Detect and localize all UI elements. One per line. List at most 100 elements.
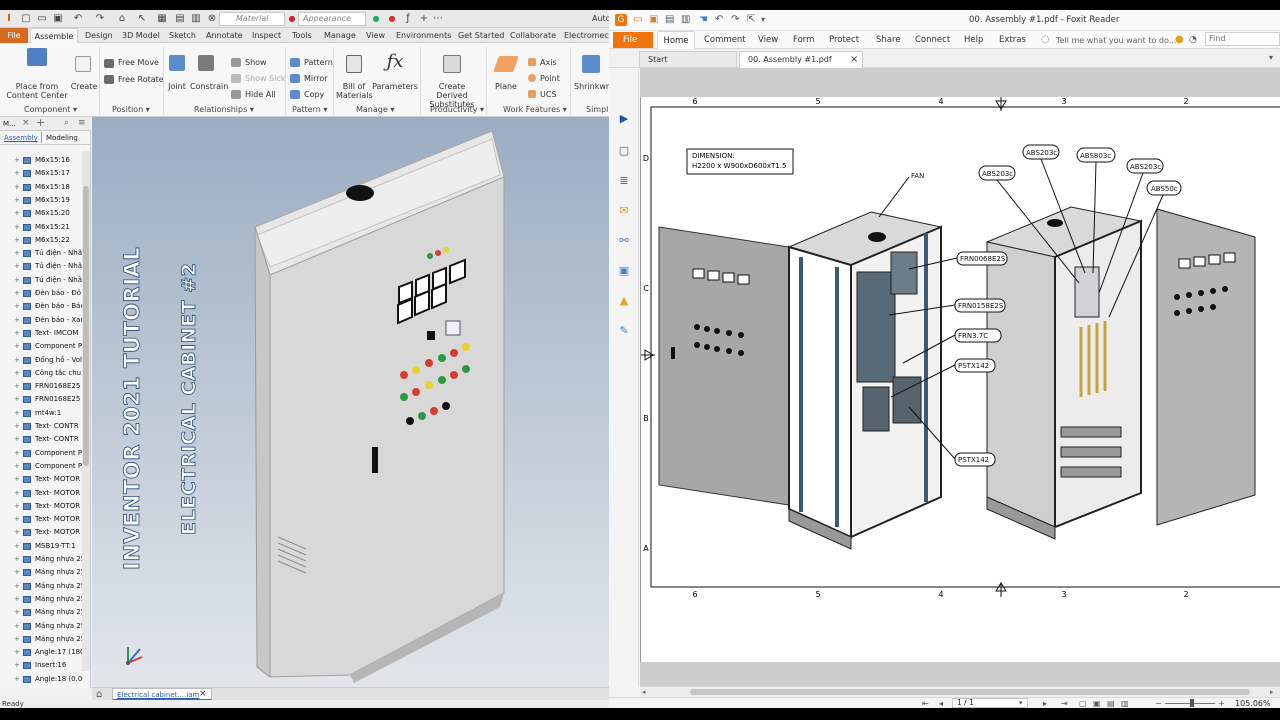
more-icon[interactable]: ⋯ bbox=[432, 13, 444, 25]
mirror-button[interactable]: Mirror bbox=[304, 74, 328, 83]
expand-node-icon[interactable]: + bbox=[14, 673, 22, 686]
security-lock-icon[interactable]: ▲ bbox=[617, 294, 631, 308]
browser-tree-item[interactable]: + Angle:17 (180 bbox=[0, 646, 86, 659]
tab-sketch[interactable]: Sketch bbox=[169, 30, 196, 41]
browser-tree-item[interactable]: + M6x15:21 bbox=[0, 221, 86, 234]
show-sick-button[interactable]: Show Sick bbox=[245, 74, 285, 83]
zoom-out-icon[interactable]: − bbox=[1155, 698, 1162, 708]
expand-node-icon[interactable]: + bbox=[14, 274, 22, 287]
browser-tree-item[interactable]: + Máng nhựa 25 bbox=[0, 553, 86, 566]
close-pdf-tab-icon[interactable]: × bbox=[850, 52, 858, 68]
material-dropdown[interactable]: Material bbox=[219, 12, 285, 26]
browser-tab-assembly[interactable]: Assembly bbox=[4, 133, 38, 143]
expand-node-icon[interactable]: + bbox=[14, 167, 22, 180]
browser-tree-item[interactable]: + Insert:16 bbox=[0, 659, 86, 672]
browser-tree-item[interactable]: + Component P bbox=[0, 340, 86, 353]
browser-tree-item[interactable]: + mt4w:1 bbox=[0, 407, 86, 420]
home-view-icon[interactable]: ⌂ bbox=[116, 13, 128, 25]
free-move-button[interactable]: Free Move bbox=[118, 58, 159, 67]
foxit-tab-share[interactable]: Share bbox=[876, 34, 901, 46]
expand-node-icon[interactable]: + bbox=[14, 314, 22, 327]
layers-panel-icon[interactable]: ≣ bbox=[617, 174, 631, 188]
tab-design[interactable]: Design bbox=[85, 30, 113, 41]
tab-get-started[interactable]: Get Started bbox=[458, 30, 504, 41]
expand-node-icon[interactable]: + bbox=[14, 420, 22, 433]
print-icon[interactable]: ▤ bbox=[174, 13, 186, 25]
browser-tree-item[interactable]: + M6x15:18 bbox=[0, 181, 86, 194]
browser-scroll-thumb[interactable] bbox=[83, 186, 89, 466]
appearance-dropdown[interactable]: Appearance bbox=[298, 12, 366, 26]
expand-node-icon[interactable]: + bbox=[14, 500, 22, 513]
point-button[interactable]: Point bbox=[540, 74, 560, 83]
save-icon[interactable]: ▣ bbox=[649, 14, 658, 26]
tab-annotate[interactable]: Annotate bbox=[206, 30, 243, 41]
find-input[interactable]: Find bbox=[1205, 32, 1280, 46]
expand-node-icon[interactable]: + bbox=[14, 234, 22, 247]
pages-panel-icon[interactable]: ▢ bbox=[617, 144, 631, 158]
tab-view[interactable]: View bbox=[366, 30, 385, 41]
plus-icon[interactable]: + bbox=[418, 13, 430, 25]
joint-button[interactable]: Joint bbox=[166, 82, 188, 91]
feedback-icon[interactable]: ● bbox=[1175, 34, 1184, 46]
redo-icon[interactable]: ↷ bbox=[94, 13, 106, 25]
start-tab[interactable]: Start bbox=[639, 51, 737, 68]
show-button[interactable]: Show bbox=[245, 58, 267, 67]
expand-node-icon[interactable]: + bbox=[14, 460, 22, 473]
browser-tab-modeling[interactable]: Modeling bbox=[46, 133, 78, 143]
expand-node-icon[interactable]: + bbox=[14, 154, 22, 167]
browser-tree-item[interactable]: + Text- MOTOR bbox=[0, 473, 86, 486]
create-component-button[interactable]: Create bbox=[70, 82, 98, 91]
zoom-slider-thumb[interactable] bbox=[1190, 699, 1194, 707]
browser-menu-icon[interactable]: ≡ bbox=[78, 118, 86, 129]
browser-tree-item[interactable]: + FRN0168E25 bbox=[0, 380, 86, 393]
browser-tree-item[interactable]: + M6x15:19 bbox=[0, 194, 86, 207]
position-group-label[interactable]: Position ▾ bbox=[112, 105, 150, 114]
close-circle-icon[interactable]: ⊗ bbox=[206, 13, 218, 25]
expand-node-icon[interactable]: + bbox=[14, 287, 22, 300]
expand-node-icon[interactable]: + bbox=[14, 340, 22, 353]
prev-page-icon[interactable]: ◂ bbox=[939, 698, 943, 708]
expand-node-icon[interactable]: + bbox=[14, 659, 22, 672]
return-icon[interactable]: ▥ bbox=[190, 13, 202, 25]
expand-node-icon[interactable]: + bbox=[14, 473, 22, 486]
foxit-tab-form[interactable]: Form bbox=[793, 34, 814, 46]
parameters-button[interactable]: Parameters bbox=[372, 82, 418, 91]
pattern-group-label[interactable]: Pattern ▾ bbox=[292, 105, 327, 114]
next-page-icon[interactable]: ▸ bbox=[1043, 698, 1047, 708]
hand-tool-icon[interactable]: ☚ bbox=[699, 14, 708, 26]
browser-tree-item[interactable]: + Máng nhựa 25 bbox=[0, 606, 86, 619]
account-icon[interactable]: ◔ bbox=[1189, 34, 1197, 46]
browser-tree-item[interactable]: + Angle:18 (0.0 bbox=[0, 673, 86, 686]
free-rotate-button[interactable]: Free Rotate bbox=[118, 75, 164, 84]
foxit-tab-connect[interactable]: Connect bbox=[915, 34, 950, 46]
expand-node-icon[interactable]: + bbox=[14, 300, 22, 313]
axis-button[interactable]: Axis bbox=[540, 58, 557, 67]
browser-tree-item[interactable]: + Máng nhựa 25 bbox=[0, 566, 86, 579]
expand-node-icon[interactable]: + bbox=[14, 380, 22, 393]
expand-node-icon[interactable]: + bbox=[14, 367, 22, 380]
expand-node-icon[interactable]: + bbox=[14, 646, 22, 659]
signature-panel-icon[interactable]: ✎ bbox=[617, 324, 631, 338]
expand-node-icon[interactable]: + bbox=[14, 593, 22, 606]
tab-assemble[interactable]: Assemble bbox=[30, 28, 78, 44]
ucs-button[interactable]: UCS bbox=[540, 90, 557, 99]
fit-width-icon[interactable]: ▣ bbox=[1093, 698, 1101, 708]
select-tool-icon[interactable]: ⇱ bbox=[747, 14, 755, 26]
attachments-panel-icon[interactable]: ⚯ bbox=[617, 234, 631, 248]
customize-dropdown-icon[interactable]: ▾ bbox=[761, 14, 765, 26]
browser-scrollbar[interactable] bbox=[82, 151, 90, 671]
expand-node-icon[interactable]: + bbox=[14, 194, 22, 207]
browser-tree-item[interactable]: + M6x15:22 bbox=[0, 234, 86, 247]
browser-tree-item[interactable]: + Đèn báo - Đỏ bbox=[0, 287, 86, 300]
expand-node-icon[interactable]: + bbox=[14, 487, 22, 500]
browser-tree-item[interactable]: + M6x15:20 bbox=[0, 207, 86, 220]
hide-all-button[interactable]: Hide All bbox=[245, 90, 276, 99]
scroll-right-icon[interactable]: ▸ bbox=[1270, 687, 1274, 697]
inventor-file-tab[interactable]: File bbox=[0, 28, 28, 43]
first-page-icon[interactable]: ⇤ bbox=[922, 698, 929, 708]
browser-tree-item[interactable]: + Máng nhựa 25 bbox=[0, 580, 86, 593]
undo-icon[interactable]: ↶ bbox=[715, 14, 723, 26]
expand-node-icon[interactable]: + bbox=[14, 433, 22, 446]
relationships-group-label[interactable]: Relationships ▾ bbox=[194, 105, 254, 114]
browser-tree-item[interactable]: + Text- CONTR bbox=[0, 420, 86, 433]
